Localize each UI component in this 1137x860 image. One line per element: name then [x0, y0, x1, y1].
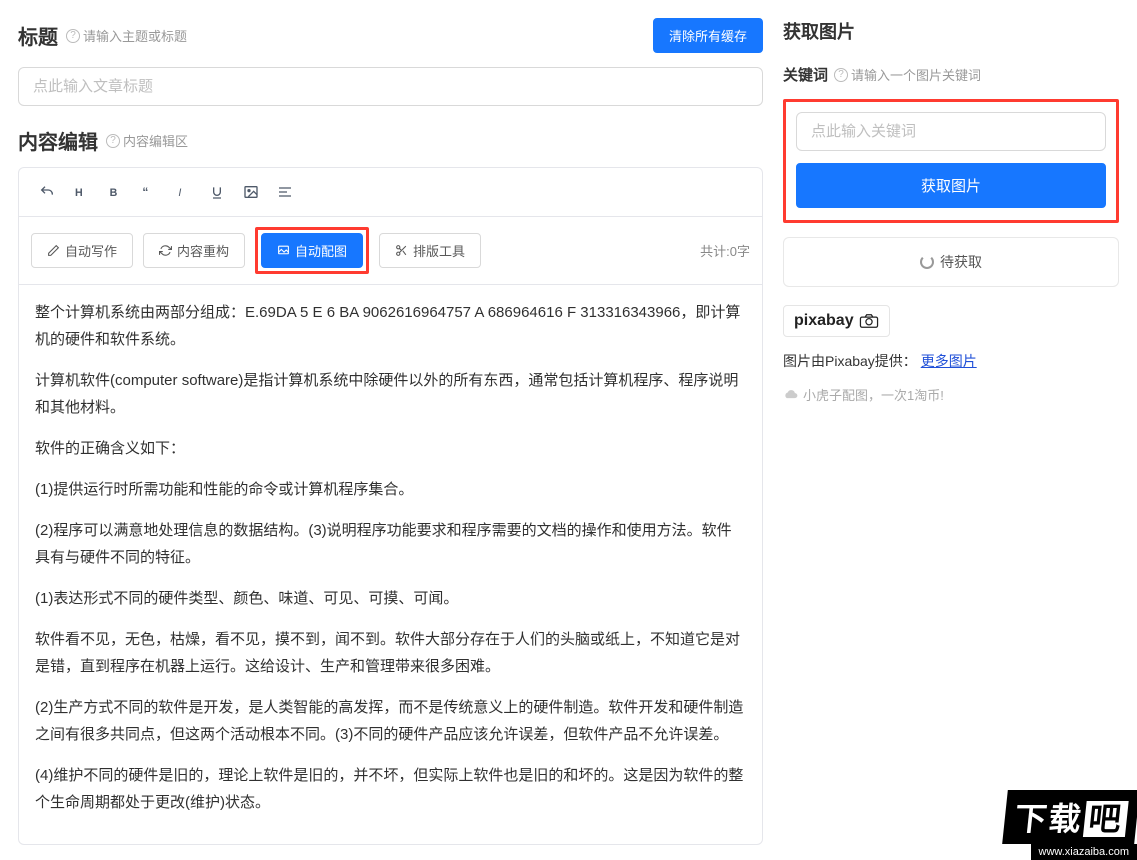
- auto-image-highlight: 自动配图: [255, 227, 369, 274]
- editor-header: 内容编辑 ? 内容编辑区: [18, 126, 763, 155]
- content-paragraph: 软件看不见，无色，枯燥，看不见，摸不到，闻不到。软件大部分存在于人们的头脑或纸上…: [35, 626, 746, 680]
- editor-box: H B “ I 自动写作 内容重构: [18, 167, 763, 845]
- main-column: 标题 ? 请输入主题或标题 清除所有缓存 内容编辑 ? 内容编辑区 H: [18, 18, 763, 842]
- title-label: 标题: [18, 21, 58, 50]
- pixabay-logo: pixabay: [783, 305, 890, 337]
- clear-cache-button[interactable]: 清除所有缓存: [653, 18, 763, 53]
- toolbar: H B “ I: [19, 168, 762, 217]
- info-icon: ?: [834, 68, 848, 82]
- watermark: 下载吧 www.xiazaiba.com: [1005, 790, 1137, 860]
- pencil-icon: [47, 244, 60, 257]
- image-icon[interactable]: [235, 176, 267, 208]
- content-area[interactable]: 整个计算机系统由两部分组成：E.69DA 5 E 6 BA 9062616964…: [19, 285, 762, 844]
- footer-note: 小虎子配图，一次1淘币!: [783, 385, 1119, 404]
- quote-icon[interactable]: “: [133, 176, 165, 208]
- content-paragraph: (1)表达形式不同的硬件类型、颜色、味道、可见、可摸、可闻。: [35, 585, 746, 612]
- svg-text:B: B: [110, 187, 118, 199]
- auto-image-button[interactable]: 自动配图: [261, 233, 363, 268]
- keyword-label: 关键词: [783, 64, 828, 85]
- editor-hint: ? 内容编辑区: [106, 131, 188, 150]
- auto-write-button[interactable]: 自动写作: [31, 233, 133, 268]
- title-hint: ? 请输入主题或标题: [66, 26, 187, 45]
- heading-icon[interactable]: H: [65, 176, 97, 208]
- bold-icon[interactable]: B: [99, 176, 131, 208]
- keyword-hint: 请输入一个图片关键词: [851, 65, 981, 84]
- spinner-icon: [920, 255, 934, 269]
- sidebar-title: 获取图片: [783, 18, 1119, 44]
- underline-icon[interactable]: [201, 176, 233, 208]
- italic-icon[interactable]: I: [167, 176, 199, 208]
- refresh-icon: [159, 244, 172, 257]
- content-paragraph: 计算机软件(computer software)是指计算机系统中除硬件以外的所有…: [35, 367, 746, 421]
- char-count: 共计:0字: [700, 241, 750, 260]
- svg-text:I: I: [178, 187, 181, 199]
- title-header: 标题 ? 请输入主题或标题 清除所有缓存: [18, 18, 763, 53]
- action-row: 自动写作 内容重构 自动配图 排版工具 共计:0字: [19, 217, 762, 285]
- info-icon: ?: [106, 134, 120, 148]
- content-paragraph: (2)生产方式不同的软件是开发，是人类智能的高发挥，而不是传统意义上的硬件制造。…: [35, 694, 746, 748]
- pending-status: 待获取: [783, 237, 1119, 287]
- content-paragraph: (1)提供运行时所需功能和性能的命令或计算机程序集合。: [35, 476, 746, 503]
- cloud-icon: [783, 389, 798, 401]
- camera-icon: [859, 314, 879, 328]
- editor-label: 内容编辑: [18, 126, 98, 155]
- align-left-icon[interactable]: [269, 176, 301, 208]
- credit-line: 图片由Pixabay提供： 更多图片: [783, 351, 1119, 371]
- picture-icon: [277, 244, 290, 257]
- info-icon: ?: [66, 29, 80, 43]
- content-paragraph: 软件的正确含义如下：: [35, 435, 746, 462]
- content-rebuild-button[interactable]: 内容重构: [143, 233, 245, 268]
- article-title-input[interactable]: [18, 67, 763, 106]
- keyword-input[interactable]: [796, 112, 1106, 151]
- more-images-link[interactable]: 更多图片: [921, 353, 977, 369]
- sidebar: 获取图片 关键词 ? 请输入一个图片关键词 获取图片 待获取 pixabay 图…: [783, 18, 1119, 842]
- content-paragraph: (2)程序可以满意地处理信息的数据结构。(3)说明程序功能要求和程序需要的文档的…: [35, 517, 746, 571]
- svg-text:H: H: [75, 187, 83, 199]
- undo-icon[interactable]: [31, 176, 63, 208]
- fetch-image-button[interactable]: 获取图片: [796, 163, 1106, 208]
- content-paragraph: (4)维护不同的硬件是旧的，理论上软件是旧的，并不坏，但实际上软件也是旧的和坏的…: [35, 762, 746, 816]
- svg-text:“: “: [142, 185, 148, 199]
- layout-tool-button[interactable]: 排版工具: [379, 233, 481, 268]
- keyword-highlight-box: 获取图片: [783, 99, 1119, 223]
- scissors-icon: [395, 244, 408, 257]
- content-paragraph: 整个计算机系统由两部分组成：E.69DA 5 E 6 BA 9062616964…: [35, 299, 746, 353]
- keyword-header: 关键词 ? 请输入一个图片关键词: [783, 64, 1119, 85]
